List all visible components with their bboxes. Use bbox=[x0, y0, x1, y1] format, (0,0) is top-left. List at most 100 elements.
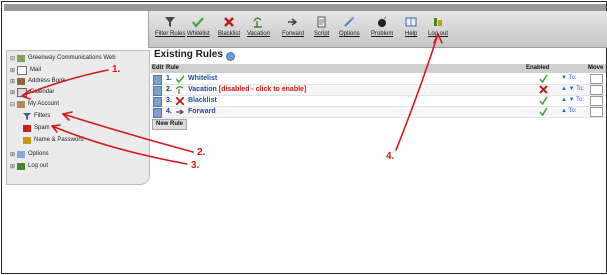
edit-icon[interactable] bbox=[153, 97, 162, 107]
check-icon bbox=[176, 75, 184, 83]
toolbar-label: Log out bbox=[428, 31, 449, 37]
tree-item-label: My Account bbox=[28, 101, 60, 107]
toolbar-label: Script bbox=[314, 31, 330, 37]
vacation-icon bbox=[176, 86, 184, 94]
tree-item-name-password[interactable]: Name & Password bbox=[23, 135, 84, 145]
disabled-note[interactable]: [disabled - click to enable] bbox=[219, 86, 307, 93]
enabled-check-icon[interactable] bbox=[539, 107, 548, 116]
move-down-control[interactable]: ▼ To: bbox=[561, 75, 577, 81]
annotation-label-4: 4. bbox=[386, 151, 395, 162]
move-to-input[interactable] bbox=[590, 85, 603, 95]
rule-link[interactable]: Blacklist bbox=[188, 97, 217, 104]
account-icon bbox=[17, 100, 25, 108]
rule-number: 4. bbox=[166, 108, 172, 115]
addressbook-icon bbox=[17, 77, 25, 85]
tree-item-label: Spam bbox=[34, 125, 50, 131]
rule-number: 3. bbox=[166, 97, 172, 104]
rule-name: Whitelist bbox=[188, 75, 218, 82]
screenshot-frame: Filter Rules Whitelist Blacklist Vacatio… bbox=[1, 1, 607, 274]
browser-chrome-strip bbox=[4, 4, 606, 11]
move-label: To: bbox=[576, 86, 585, 92]
tree-item-mail[interactable]: ⊞ Mail bbox=[9, 65, 41, 75]
move-up-control[interactable]: ▲ To: bbox=[561, 108, 577, 114]
filter-toolbar: Filter Rules Whitelist Blacklist Vacatio… bbox=[148, 11, 607, 48]
rules-panel: Existing Rules Edit Rule Enabled Move 1.… bbox=[151, 47, 606, 167]
filter-icon bbox=[165, 17, 176, 27]
annotation-label-1: 1. bbox=[112, 64, 121, 75]
annotation-label-3: 3. bbox=[191, 160, 200, 171]
rule-link[interactable]: Forward bbox=[188, 108, 216, 115]
spam-icon bbox=[23, 124, 31, 132]
table-row: 1. Whitelist ▼ To: bbox=[151, 74, 606, 85]
tree-item-calendar[interactable]: ⊞ Calendar bbox=[9, 87, 54, 97]
tree-item-label: Calendar bbox=[30, 89, 55, 95]
col-enabled: Enabled bbox=[526, 65, 550, 71]
expand-icon[interactable]: ⊞ bbox=[9, 163, 16, 170]
toolbar-filter-rules[interactable]: Filter Rules bbox=[155, 13, 185, 45]
toolbar-label: Filter Rules bbox=[155, 31, 186, 37]
move-to-input[interactable] bbox=[590, 107, 603, 117]
rule-number: 1. bbox=[166, 75, 172, 82]
expand-icon[interactable]: ⊞ bbox=[9, 151, 16, 158]
rule-link[interactable]: Vacation [disabled - click to enable] bbox=[188, 86, 306, 93]
tree-item-address-book[interactable]: ⊞ Address Book bbox=[9, 76, 65, 86]
toolbar-whitelist[interactable]: Whitelist bbox=[187, 13, 210, 45]
expand-icon[interactable]: ⊞ bbox=[9, 78, 16, 85]
navigation-tree: ⊟ Greenway Communications Web ⊞ Mail ⊞ A… bbox=[6, 50, 150, 185]
edit-icon[interactable] bbox=[153, 75, 162, 85]
logout-icon bbox=[17, 162, 25, 170]
edit-icon[interactable] bbox=[153, 86, 162, 96]
filter-icon bbox=[23, 112, 31, 120]
tree-item-server[interactable]: ⊟ Greenway Communications Web bbox=[9, 53, 116, 63]
table-row: 4. Forward ▲ To: bbox=[151, 107, 606, 118]
toolbar-blacklist[interactable]: Blacklist bbox=[218, 13, 240, 45]
options-icon bbox=[344, 16, 355, 27]
toolbar-options[interactable]: Options bbox=[339, 13, 360, 45]
mail-icon bbox=[17, 65, 27, 75]
toolbar-logout[interactable]: Log out bbox=[428, 13, 448, 45]
table-row: 3. Blacklist ▲ ▼ To: bbox=[151, 96, 606, 107]
calendar-icon bbox=[17, 87, 27, 97]
toolbar-forward[interactable]: Forward bbox=[282, 13, 304, 45]
tree-item-options[interactable]: ⊞ Options bbox=[9, 149, 49, 159]
tree-item-my-account[interactable]: ⊟ My Account bbox=[9, 99, 59, 109]
collapse-icon[interactable]: ⊟ bbox=[9, 55, 16, 62]
tree-item-log-out[interactable]: ⊞ Log out bbox=[9, 161, 48, 171]
edit-icon[interactable] bbox=[153, 108, 162, 118]
move-up-down-control[interactable]: ▲ ▼ To: bbox=[561, 86, 584, 92]
disabled-x-icon[interactable] bbox=[539, 85, 548, 94]
enabled-check-icon[interactable] bbox=[539, 96, 548, 105]
help-icon[interactable] bbox=[226, 52, 235, 61]
new-rule-button[interactable]: New Rule bbox=[152, 119, 188, 130]
rule-name: Forward bbox=[188, 108, 216, 115]
toolbar-label: Vacation bbox=[247, 31, 270, 37]
toolbar-problem[interactable]: Problem bbox=[371, 13, 393, 45]
move-to-input[interactable] bbox=[590, 96, 603, 106]
annotation-label-2: 2. bbox=[197, 147, 206, 158]
toolbar-label: Problem bbox=[371, 31, 394, 37]
script-icon bbox=[317, 16, 326, 28]
rules-table-header: Edit Rule Enabled Move bbox=[151, 64, 606, 73]
bomb-icon bbox=[378, 16, 387, 27]
collapse-icon[interactable]: ⊟ bbox=[9, 101, 16, 108]
toolbar-script[interactable]: Script bbox=[314, 13, 329, 45]
x-icon bbox=[176, 97, 184, 105]
tree-item-spam[interactable]: Spam bbox=[23, 123, 50, 133]
check-icon bbox=[192, 17, 205, 28]
tree-item-label: Address Book bbox=[28, 78, 66, 84]
tree-item-label: Log out bbox=[28, 163, 49, 169]
table-row: 2. Vacation [disabled - click to enable]… bbox=[151, 85, 606, 96]
toolbar-vacation[interactable]: Vacation bbox=[247, 13, 270, 45]
options-icon bbox=[17, 150, 25, 158]
move-up-down-control[interactable]: ▲ ▼ To: bbox=[561, 97, 584, 103]
x-icon bbox=[224, 17, 234, 27]
enabled-check-icon[interactable] bbox=[539, 74, 548, 83]
move-to-input[interactable] bbox=[590, 74, 603, 84]
rule-link[interactable]: Whitelist bbox=[188, 75, 217, 82]
tree-item-label: Options bbox=[28, 151, 49, 157]
expand-icon[interactable]: ⊞ bbox=[9, 89, 16, 96]
tree-item-filters[interactable]: Filters bbox=[23, 111, 50, 121]
expand-icon[interactable]: ⊞ bbox=[9, 67, 16, 74]
tree-item-label: Greenway Communications Web bbox=[28, 55, 116, 61]
toolbar-help[interactable]: Help bbox=[405, 13, 417, 45]
